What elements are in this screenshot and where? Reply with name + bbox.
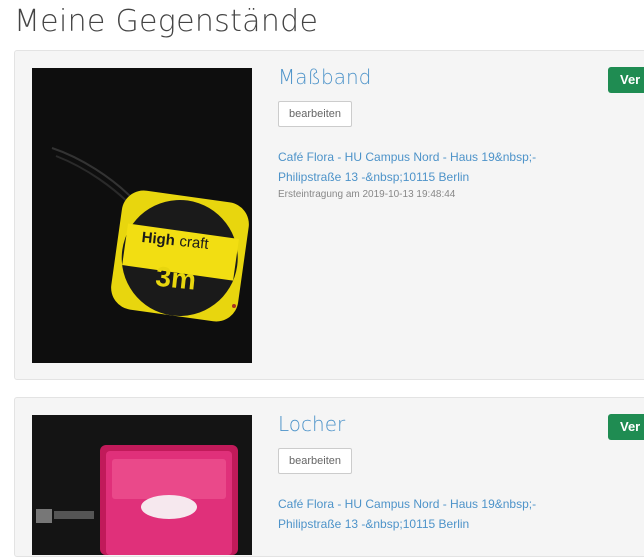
location-line-2: Philipstraße 13 -&nbsp;10115 Berlin [278,170,470,184]
item-photo[interactable] [32,415,252,555]
tape-measure-photo: High craft 3m [32,68,252,363]
size-text: 3m [154,261,197,296]
item-card: Locher bearbeiten Café Flora - HU Campus… [14,397,644,557]
page-title: Meine Gegenstände [14,4,319,39]
location-line-1: Café Flora - HU Campus Nord - Haus 19&nb… [278,150,537,164]
location-line-1: Café Flora - HU Campus Nord - Haus 19&nb… [278,497,537,511]
edit-button[interactable]: bearbeiten [278,448,352,474]
item-card: High craft 3m Maßband bearbeiten Café Fl… [14,50,644,380]
location-link[interactable]: Café Flora - HU Campus Nord - Haus 19&nb… [278,147,578,187]
item-photo[interactable]: High craft 3m [32,68,252,363]
brand-text-2: craft [179,233,211,253]
location-link[interactable]: Café Flora - HU Campus Nord - Haus 19&nb… [278,494,578,534]
location-line-2: Philipstraße 13 -&nbsp;10115 Berlin [278,517,470,531]
item-title-link[interactable]: Locher [278,412,345,436]
status-badge: Ver [608,67,644,93]
item-title-link[interactable]: Maßband [278,65,371,89]
hole-punch-photo [32,415,252,555]
first-entry-date: Ersteintragung am 2019-10-13 19:48:44 [278,189,456,200]
status-badge: Ver [608,414,644,440]
edit-button[interactable]: bearbeiten [278,101,352,127]
brand-text: High [141,229,176,249]
